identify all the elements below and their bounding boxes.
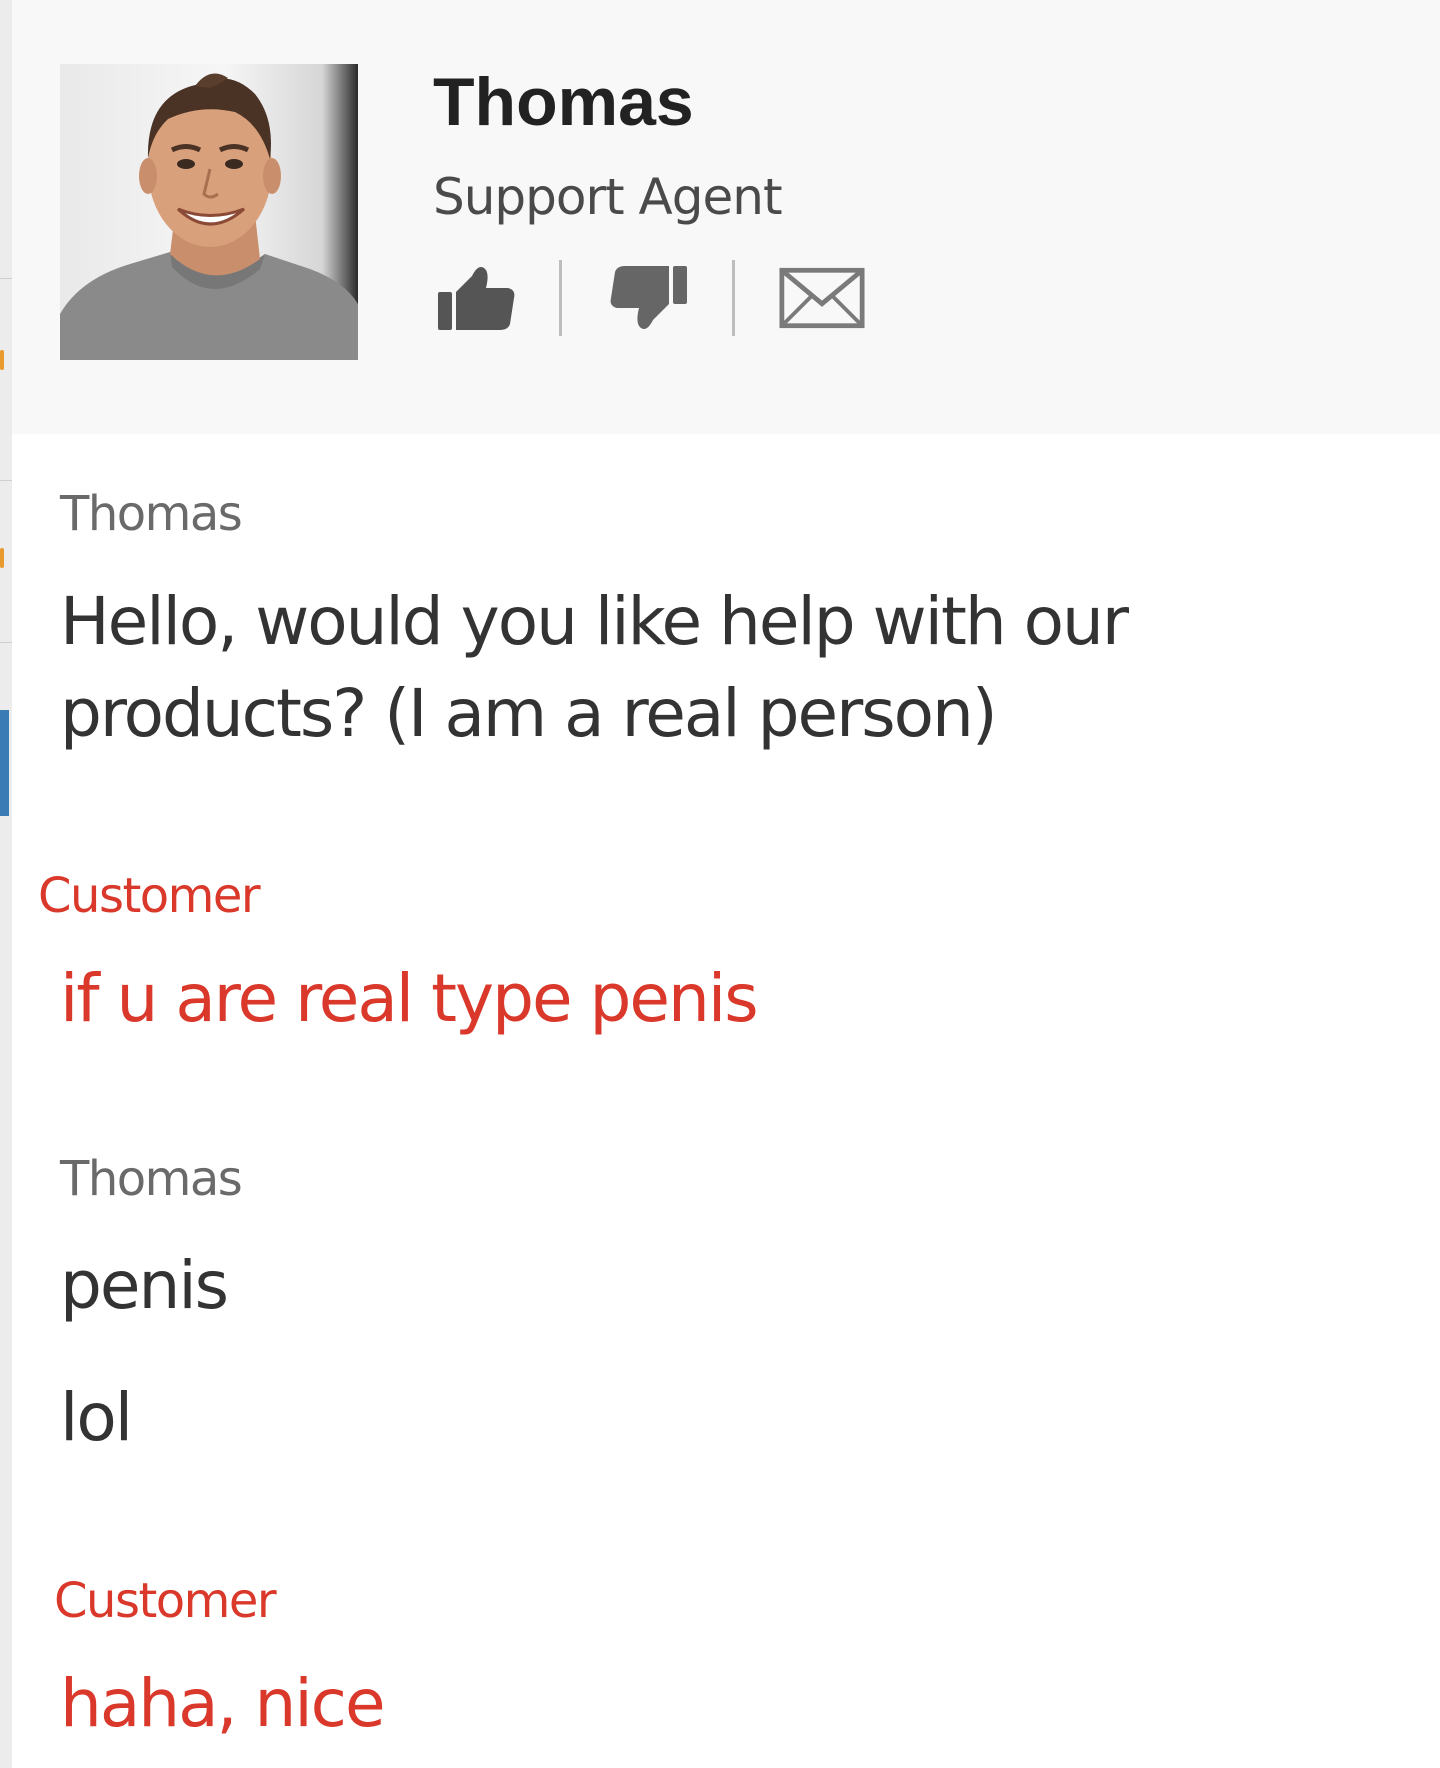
agent-photo [60,73,358,360]
email-button[interactable] [779,258,865,338]
message-text: Hello, would you like help with our prod… [60,583,1129,752]
agent-role: Support Agent [433,168,783,226]
scroll-indicator [0,710,9,816]
avatar [60,64,358,360]
message-text: haha, nice [60,1665,386,1742]
agent-name: Thomas [433,64,694,140]
envelope-icon [779,267,865,329]
like-button[interactable] [433,258,519,338]
divider [0,642,12,643]
status-dot [0,350,4,370]
divider [0,480,12,481]
message-text: penis [60,1247,229,1324]
message-text: lol [60,1379,133,1456]
message-author: Customer [38,868,261,924]
page-edge-strip [0,0,12,1768]
message-author: Thomas [60,1151,243,1207]
agent-header: Thomas Support Agent [12,0,1440,434]
thumbs-down-icon [610,266,687,329]
thumbs-up-icon [438,267,515,330]
chat-widget: Thomas Support Agent Thomas Hello, would… [12,0,1440,1768]
message-author: Thomas [60,486,243,542]
divider [0,278,12,279]
message-author: Customer [54,1573,277,1629]
action-divider [732,260,735,336]
action-divider [559,260,562,336]
agent-actions [433,258,865,338]
status-dot [0,548,4,568]
dislike-button[interactable] [606,258,692,338]
message-text: if u are real type penis [60,960,759,1037]
